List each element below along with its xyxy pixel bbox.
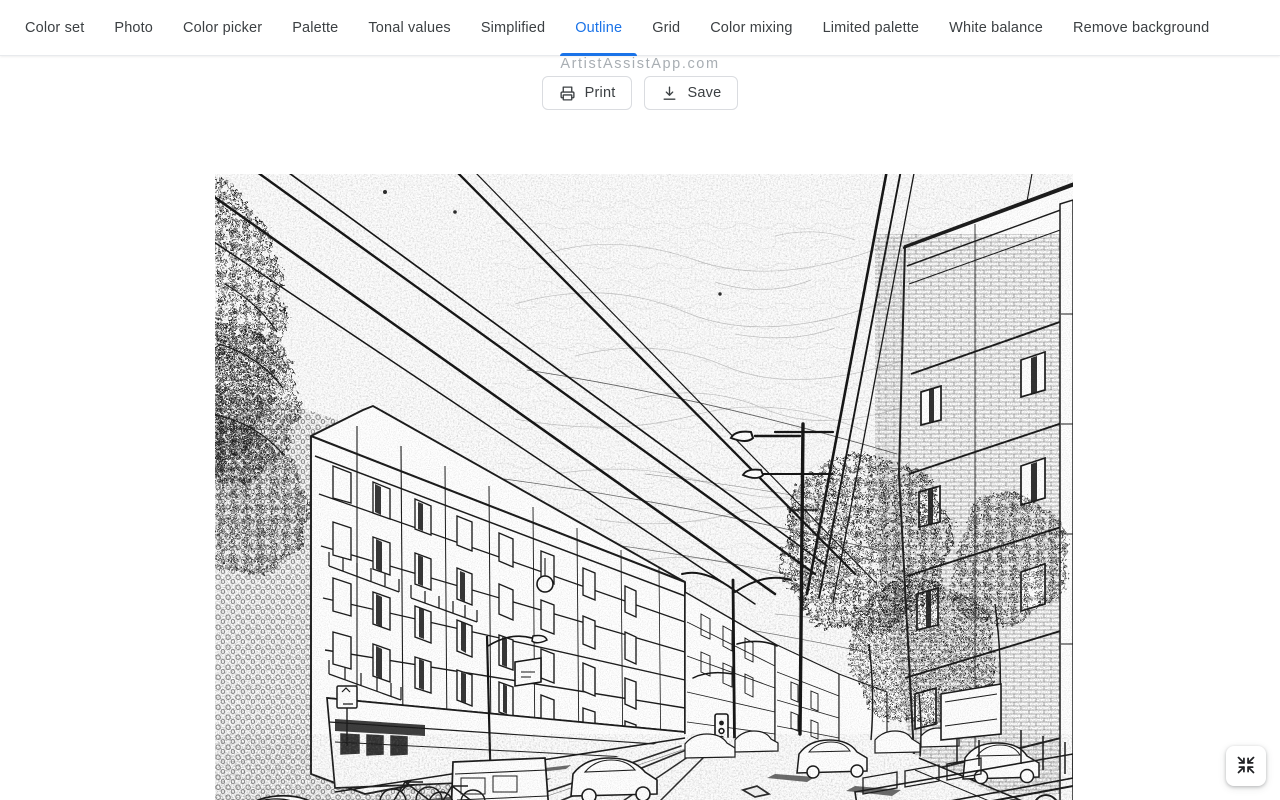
tab-label: Palette xyxy=(292,19,339,36)
tab-tonal-values[interactable]: Tonal values xyxy=(353,0,465,56)
tab-outline[interactable]: Outline xyxy=(560,0,638,56)
tab-label: Color picker xyxy=(183,19,263,36)
printer-icon xyxy=(559,85,576,102)
tab-color-picker[interactable]: Color picker xyxy=(168,0,277,56)
exit-fullscreen-button[interactable] xyxy=(1226,746,1266,786)
tab-limited-palette[interactable]: Limited palette xyxy=(808,0,935,56)
watermark: ArtistAssistApp.com xyxy=(560,56,720,72)
tab-label: Outline xyxy=(575,19,623,36)
tab-white-balance[interactable]: White balance xyxy=(934,0,1058,56)
tab-bar: Color set Photo Color picker Palette Ton… xyxy=(0,0,1280,56)
save-button[interactable]: Save xyxy=(644,76,739,110)
tab-label: Tonal values xyxy=(368,19,451,36)
tab-label: Simplified xyxy=(480,19,546,36)
tab-label: White balance xyxy=(949,19,1043,36)
compress-arrows-icon xyxy=(1236,755,1256,778)
tab-label: Remove background xyxy=(1072,19,1210,36)
print-button-label: Print xyxy=(584,84,616,101)
tab-label: Photo xyxy=(114,19,154,36)
tab-color-mixing[interactable]: Color mixing xyxy=(695,0,807,56)
paper-grain xyxy=(215,174,1073,800)
outline-artwork-svg xyxy=(215,174,1073,800)
action-button-group: Print Save xyxy=(0,76,1280,110)
tab-color-set[interactable]: Color set xyxy=(10,0,99,56)
print-button[interactable]: Print xyxy=(541,76,633,110)
tab-photo[interactable]: Photo xyxy=(99,0,168,56)
tab-grid[interactable]: Grid xyxy=(637,0,695,56)
outline-viewer-stage: ArtistAssistApp.com Print Save xyxy=(0,56,1280,800)
tab-palette[interactable]: Palette xyxy=(277,0,353,56)
tab-label: Grid xyxy=(652,19,681,36)
tab-remove-background[interactable]: Remove background xyxy=(1058,0,1224,56)
tab-label: Color set xyxy=(25,19,85,36)
tab-label: Limited palette xyxy=(822,19,920,36)
download-icon xyxy=(661,85,678,102)
outline-artwork[interactable] xyxy=(215,174,1073,800)
save-button-label: Save xyxy=(687,84,722,101)
tab-simplified[interactable]: Simplified xyxy=(466,0,560,56)
tab-label: Color mixing xyxy=(710,19,793,36)
